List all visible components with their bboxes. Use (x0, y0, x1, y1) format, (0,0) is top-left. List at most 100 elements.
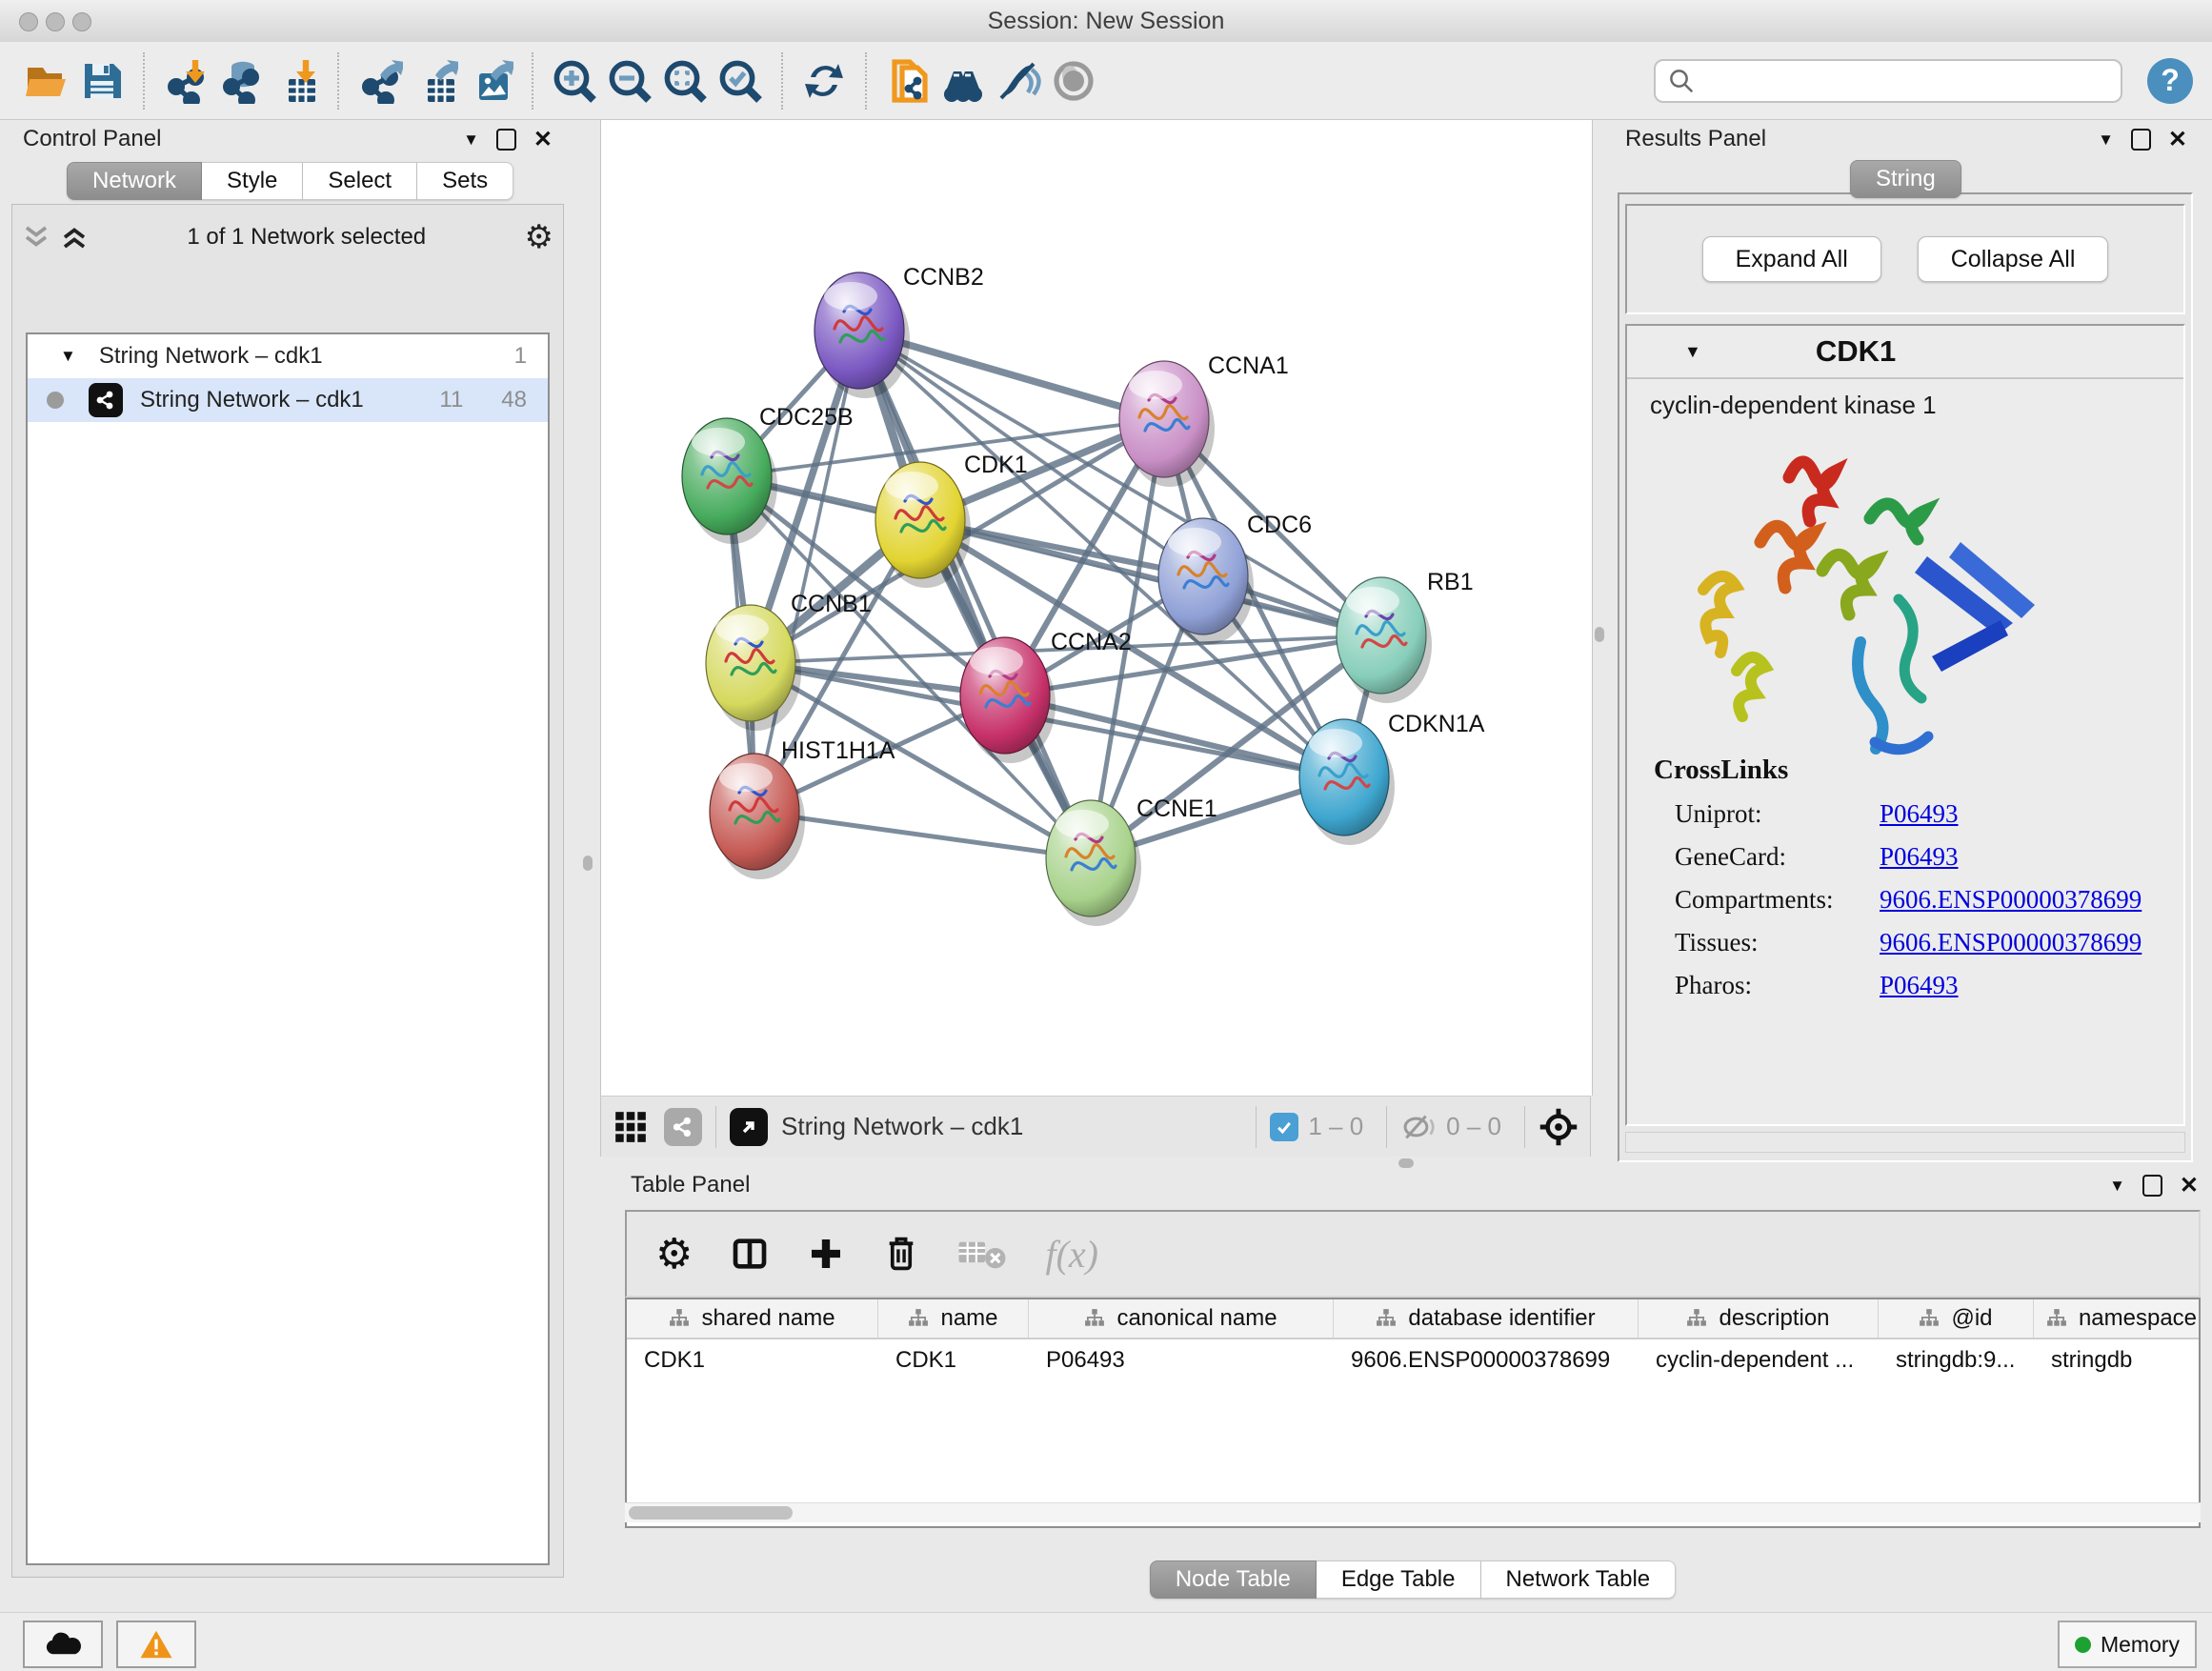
export-table-button[interactable] (408, 51, 463, 111)
split-columns-icon[interactable] (731, 1235, 769, 1273)
tab-sets[interactable]: Sets (417, 162, 513, 200)
column-header-database-identifier[interactable]: database identifier (1334, 1299, 1639, 1338)
crosslink-label: Compartments: (1654, 885, 1880, 915)
results-panel-float-icon[interactable] (2131, 129, 2151, 151)
open-session-button[interactable] (19, 51, 74, 111)
open-file-network-button[interactable] (880, 51, 935, 111)
tab-network-table[interactable]: Network Table (1481, 1560, 1677, 1599)
tab-network[interactable]: Network (67, 162, 202, 200)
table-panel-collapse-icon[interactable]: ▼ (2109, 1177, 2125, 1196)
tab-string[interactable]: String (1850, 160, 1961, 198)
column-header--id[interactable]: @id (1879, 1299, 2034, 1338)
control-panel-float-icon[interactable] (496, 129, 516, 151)
table-cell[interactable]: stringdb (2034, 1339, 2201, 1381)
import-table-button[interactable] (269, 51, 324, 111)
export-image-button[interactable] (463, 51, 518, 111)
open-in-window-icon[interactable] (730, 1108, 768, 1146)
birdseye-crosshair-icon[interactable] (1538, 1107, 1579, 1147)
table-cell[interactable]: 9606.ENSP00000378699 (1334, 1339, 1639, 1381)
control-panel-collapse-icon[interactable]: ▼ (463, 131, 479, 150)
network-options-gear-icon[interactable]: ⚙ (525, 218, 553, 256)
search-binoculars-button[interactable] (935, 51, 991, 111)
zoom-out-button[interactable] (602, 51, 657, 111)
zoom-selected-button[interactable] (713, 51, 768, 111)
node-HIST1H1A[interactable]: HIST1H1A (710, 737, 895, 879)
table-horizontal-scrollbar[interactable] (625, 1502, 2201, 1522)
left-splitter-handle[interactable] (583, 856, 593, 871)
hide-selected-button[interactable] (991, 51, 1046, 111)
tab-style[interactable]: Style (202, 162, 303, 200)
table-panel-float-icon[interactable] (2142, 1175, 2162, 1197)
cloud-status-button[interactable] (23, 1621, 103, 1668)
network-row-selected[interactable]: String Network – cdk1 11 48 (28, 378, 548, 422)
control-panel-close-icon[interactable]: ✕ (533, 126, 553, 153)
tab-select[interactable]: Select (303, 162, 417, 200)
table-cell[interactable]: P06493 (1029, 1339, 1334, 1381)
table-cell[interactable]: CDK1 (627, 1339, 878, 1381)
export-network-button[interactable] (352, 51, 408, 111)
delete-column-trash-icon[interactable] (883, 1235, 919, 1273)
selected-nodes-checkbox-icon[interactable] (1270, 1113, 1298, 1141)
bottom-splitter-handle[interactable] (1398, 1158, 1414, 1168)
add-column-icon[interactable] (807, 1235, 845, 1273)
string-network-icon (89, 383, 123, 417)
table-cell[interactable]: cyclin-dependent ... (1639, 1339, 1879, 1381)
network-collection-row[interactable]: ▼ String Network – cdk1 1 (28, 334, 548, 378)
show-eye-button[interactable] (1046, 51, 1101, 111)
expand-all-button[interactable]: Expand All (1702, 236, 1881, 282)
crosslink-link[interactable]: P06493 (1880, 971, 1959, 1000)
scrollbar-thumb[interactable] (629, 1506, 793, 1520)
collection-expand-icon[interactable]: ▼ (60, 347, 76, 366)
crosslink-link[interactable]: P06493 (1880, 799, 1959, 829)
column-header-description[interactable]: description (1639, 1299, 1879, 1338)
hidden-items-icon (1400, 1113, 1437, 1141)
column-header-shared-name[interactable]: shared name (627, 1299, 878, 1338)
table-row[interactable]: CDK1CDK1P064939606.ENSP00000378699cyclin… (627, 1339, 2199, 1381)
share-network-icon[interactable] (664, 1108, 702, 1146)
node-CCNB2[interactable]: CCNB2 (814, 264, 984, 398)
table-cell[interactable]: CDK1 (878, 1339, 1029, 1381)
expand-all-icon[interactable] (60, 225, 89, 250)
import-network-button[interactable] (158, 51, 213, 111)
gene-header-row[interactable]: ▼ CDK1 (1627, 326, 2183, 379)
network-canvas[interactable]: CCNB2 CCNA1 CDC25B CDK1 (600, 120, 1593, 1096)
crosslink-link[interactable]: P06493 (1880, 842, 1959, 872)
results-scroll-strip[interactable] (1625, 1132, 2185, 1153)
node-CCNA1[interactable]: CCNA1 (1119, 352, 1289, 487)
column-header-canonical-name[interactable]: canonical name (1029, 1299, 1334, 1338)
warning-status-button[interactable] (116, 1621, 196, 1668)
results-panel-collapse-icon[interactable]: ▼ (2098, 131, 2114, 150)
gene-expand-icon[interactable]: ▼ (1684, 342, 1701, 362)
tab-node-table[interactable]: Node Table (1150, 1560, 1317, 1599)
zoom-in-button[interactable] (547, 51, 602, 111)
crosslink-link[interactable]: 9606.ENSP00000378699 (1880, 885, 2142, 915)
save-session-button[interactable] (74, 51, 130, 111)
tab-edge-table[interactable]: Edge Table (1317, 1560, 1481, 1599)
column-header-name[interactable]: name (878, 1299, 1029, 1338)
node-CDK1[interactable]: CDK1 (875, 452, 1028, 588)
node-label-CDC6: CDC6 (1247, 512, 1312, 538)
node-CDKN1A[interactable]: CDKN1A (1299, 711, 1485, 845)
collapse-all-button[interactable]: Collapse All (1918, 236, 2109, 282)
node-CDC6[interactable]: CDC6 (1158, 512, 1312, 644)
edge-CCNB2-CCNE1[interactable] (859, 331, 1091, 858)
zoom-fit-button[interactable] (657, 51, 713, 111)
crosslink-link[interactable]: 9606.ENSP00000378699 (1880, 928, 2142, 957)
column-header-namespace[interactable]: namespace (2034, 1299, 2201, 1338)
grid-view-icon[interactable] (613, 1109, 649, 1145)
help-button[interactable]: ? (2147, 58, 2193, 104)
search-input[interactable] (1654, 59, 2122, 103)
results-panel-close-icon[interactable]: ✕ (2168, 126, 2187, 153)
table-settings-gear-icon[interactable]: ⚙ (655, 1230, 693, 1278)
import-network-database-button[interactable] (213, 51, 269, 111)
collapse-all-icon[interactable] (22, 225, 50, 250)
node-CCNE1[interactable]: CCNE1 (1046, 795, 1217, 926)
table-panel-close-icon[interactable]: ✕ (2180, 1172, 2199, 1199)
right-splitter-handle[interactable] (1595, 627, 1604, 642)
node-CCNB1[interactable]: CCNB1 (706, 591, 872, 731)
network-view-title: String Network – cdk1 (768, 1112, 1242, 1141)
refresh-button[interactable] (796, 51, 852, 111)
table-cell[interactable]: stringdb:9... (1879, 1339, 2034, 1381)
node-RB1[interactable]: RB1 (1337, 569, 1474, 703)
memory-button[interactable]: Memory (2058, 1621, 2197, 1668)
